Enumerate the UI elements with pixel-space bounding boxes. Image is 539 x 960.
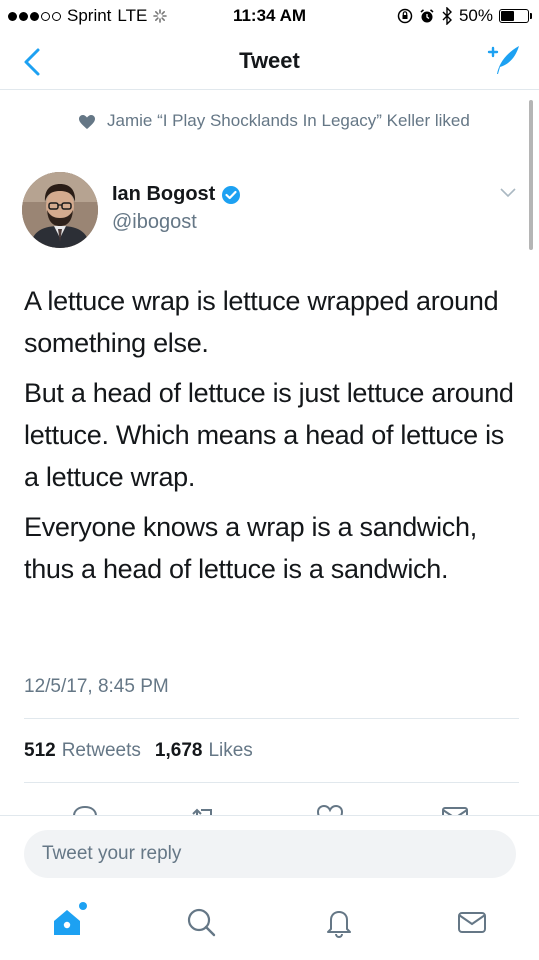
avatar-portrait bbox=[22, 172, 98, 248]
alarm-icon bbox=[420, 9, 434, 23]
reply-input[interactable]: Tweet your reply bbox=[24, 830, 516, 878]
bluetooth-icon bbox=[442, 7, 452, 25]
unread-dot bbox=[79, 902, 87, 910]
divider bbox=[24, 718, 519, 719]
battery-fill bbox=[501, 11, 514, 21]
reply-bar: Tweet your reply bbox=[0, 815, 539, 885]
messages-icon bbox=[458, 912, 486, 933]
retweets-count[interactable]: 512 bbox=[24, 740, 56, 762]
author-name[interactable]: Ian Bogost bbox=[112, 183, 215, 206]
page-title: Tweet bbox=[239, 48, 300, 73]
retweets-label[interactable]: Retweets bbox=[62, 740, 141, 762]
tweet-text: A lettuce wrap is lettuce wrapped around… bbox=[24, 280, 519, 598]
tab-notifications[interactable] bbox=[322, 905, 356, 939]
home-icon bbox=[54, 910, 80, 935]
social-context[interactable]: Jamie “I Play Shocklands In Legacy” Kell… bbox=[79, 110, 500, 132]
tab-home[interactable] bbox=[50, 902, 87, 939]
navigation-bar: Tweet bbox=[0, 34, 539, 90]
tab-messages[interactable] bbox=[455, 905, 489, 939]
battery-percent: 50% bbox=[458, 6, 493, 25]
rotation-lock-icon bbox=[397, 8, 413, 24]
context-text: Jamie “I Play Shocklands In Legacy” Kell… bbox=[107, 111, 470, 130]
tab-bar bbox=[0, 890, 539, 960]
divider bbox=[24, 782, 519, 783]
likes-label[interactable]: Likes bbox=[208, 740, 252, 762]
tweet-paragraph: Everyone knows a wrap is a sandwich, thu… bbox=[24, 512, 477, 584]
scroll-indicator bbox=[529, 100, 533, 250]
tweet-paragraph: But a head of lettuce is just lettuce ar… bbox=[24, 378, 514, 492]
heart-icon bbox=[79, 115, 95, 129]
search-icon bbox=[187, 908, 216, 937]
author-name-row[interactable]: Ian Bogost bbox=[112, 183, 241, 206]
battery-icon bbox=[499, 9, 532, 23]
engagement-stats: 512 Retweets 1,678 Likes bbox=[24, 740, 253, 762]
tab-search[interactable] bbox=[184, 905, 218, 939]
tweet-paragraph: A lettuce wrap is lettuce wrapped around… bbox=[24, 286, 499, 358]
avatar[interactable] bbox=[22, 172, 98, 248]
author-handle[interactable]: @ibogost bbox=[112, 211, 197, 234]
chevron-down-icon[interactable] bbox=[499, 186, 517, 200]
verified-badge-icon bbox=[222, 185, 241, 204]
tweet-timestamp: 12/5/17, 8:45 PM bbox=[24, 676, 169, 697]
compose-tweet-icon[interactable] bbox=[483, 42, 523, 78]
likes-count[interactable]: 1,678 bbox=[155, 740, 203, 762]
notifications-icon bbox=[327, 911, 351, 939]
status-right: 50% bbox=[397, 6, 532, 26]
status-bar: Sprint LTE 11:34 AM 50% bbox=[0, 0, 539, 34]
